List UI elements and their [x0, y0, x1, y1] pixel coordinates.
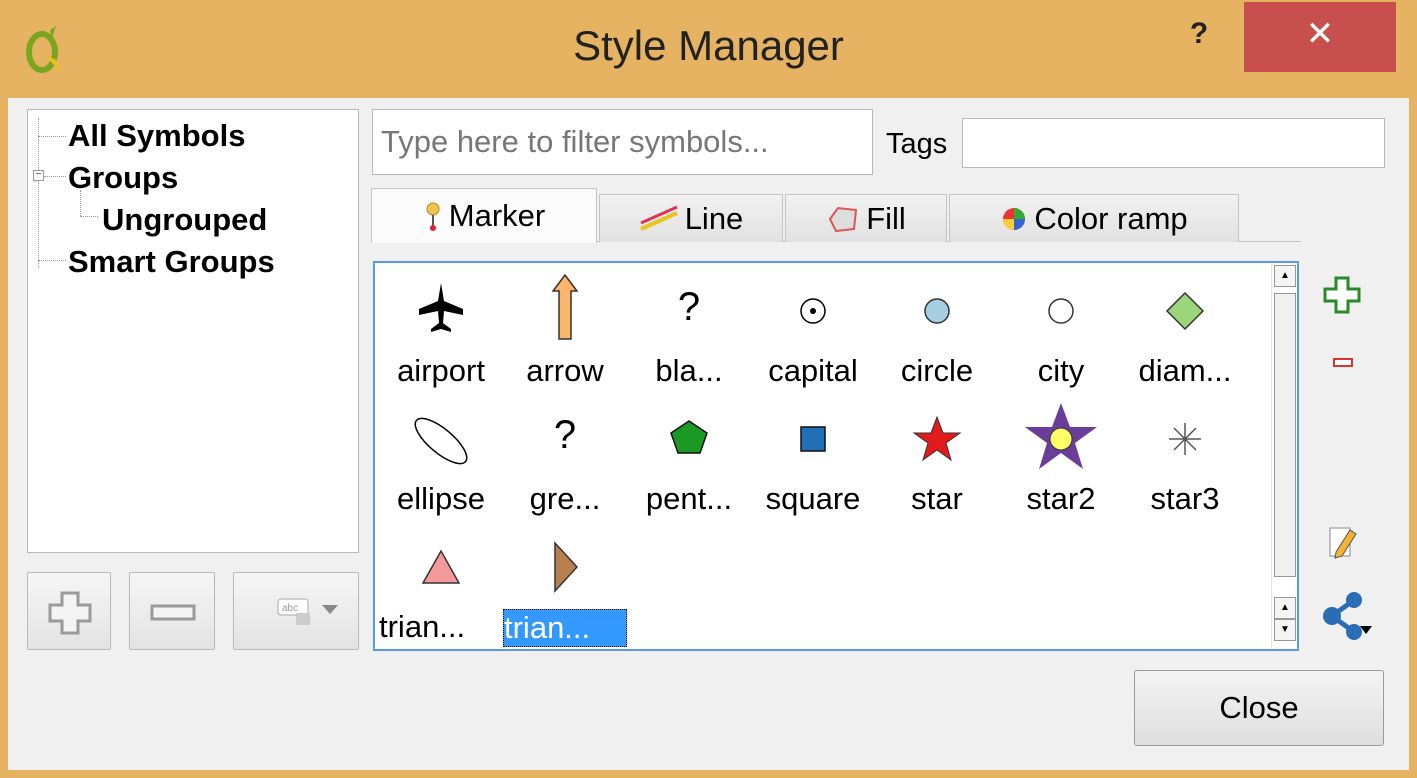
svg-text:abc: abc	[282, 603, 298, 614]
collapse-toggle-icon[interactable]: −	[33, 170, 44, 181]
symbol-item[interactable]: ? gre...	[503, 391, 627, 519]
tab-marker[interactable]: Marker	[371, 188, 597, 243]
add-group-button[interactable]	[27, 572, 111, 650]
symbol-item[interactable]: trian...	[379, 519, 503, 647]
symbol-item[interactable]: circle	[875, 263, 999, 391]
symbol-item[interactable]: arrow	[503, 263, 627, 391]
dialog-body: − All Symbols Groups Ungrouped Smart Gro…	[8, 98, 1409, 770]
symbol-label: star	[911, 481, 963, 516]
color-ramp-icon	[1003, 207, 1026, 230]
tree-connector	[38, 136, 66, 137]
tree-connector	[80, 216, 98, 217]
symbol-label: ellipse	[397, 481, 485, 516]
symbol-label: gre...	[529, 481, 601, 516]
symbol-label: bla...	[655, 353, 723, 388]
symbol-item[interactable]: city	[999, 263, 1123, 391]
symbol-item[interactable]: diam...	[1123, 263, 1247, 391]
marker-icon	[426, 202, 440, 231]
airplane-icon	[419, 283, 463, 332]
symbol-label: pent...	[645, 481, 733, 516]
pentagon-icon	[670, 420, 708, 454]
tree-connector	[38, 118, 39, 268]
tab-fill[interactable]: Fill	[785, 194, 947, 242]
symbol-item[interactable]: capital	[751, 263, 875, 391]
remove-symbol-icon[interactable]	[1332, 356, 1356, 370]
symbol-label: arrow	[526, 353, 604, 388]
symbol-label: square	[765, 481, 861, 516]
style-manager-window: Style Manager ? ✕ − All Symbols Groups U…	[0, 0, 1417, 778]
symbol-item[interactable]: trian...	[503, 519, 627, 647]
tree-connector	[44, 176, 66, 177]
minus-icon	[150, 604, 196, 621]
group-tree[interactable]: − All Symbols Groups Ungrouped Smart Gro…	[27, 109, 359, 553]
edit-symbol-icon[interactable]	[1326, 522, 1360, 562]
asterisk-icon	[1169, 423, 1201, 455]
symbol-item[interactable]: pent...	[627, 391, 751, 519]
symbol-item[interactable]: ellipse	[379, 391, 503, 519]
symbol-filter-input[interactable]	[372, 109, 873, 175]
tree-connector	[38, 260, 66, 261]
tab-marker-label: Marker	[448, 198, 546, 233]
tags-input[interactable]	[962, 118, 1385, 168]
tree-item-all-symbols[interactable]: All Symbols	[68, 118, 245, 154]
window-close-button[interactable]: ✕	[1244, 2, 1396, 72]
add-symbol-icon[interactable]	[1321, 274, 1363, 314]
triangle-icon	[421, 549, 461, 584]
ellipse-icon	[414, 417, 468, 465]
star2-icon	[1025, 403, 1097, 469]
tags-label: Tags	[886, 128, 948, 160]
symbol-item[interactable]: star	[875, 391, 999, 519]
help-button[interactable]: ?	[1172, 6, 1226, 70]
symbol-item[interactable]: star2	[999, 391, 1123, 519]
symbol-type-tabs: Marker Line Fill Color ramp	[371, 188, 1301, 243]
square-icon	[800, 426, 826, 452]
hollow-circle-icon	[1048, 298, 1074, 324]
tab-line[interactable]: Line	[599, 194, 783, 242]
tree-item-ungrouped[interactable]: Ungrouped	[102, 202, 267, 238]
dotted-circle-icon	[800, 298, 826, 324]
symbol-label: diam...	[1138, 353, 1232, 388]
scroll-up-icon[interactable]: ▲	[1274, 597, 1296, 619]
edit-group-menu-button[interactable]: abc	[233, 572, 359, 650]
fill-icon	[829, 206, 858, 232]
arrow-up-icon	[551, 273, 579, 340]
symbol-item[interactable]: star3	[1123, 391, 1247, 519]
tab-color-ramp[interactable]: Color ramp	[949, 194, 1239, 242]
remove-group-button[interactable]	[129, 572, 215, 650]
share-icon[interactable]	[1318, 590, 1374, 642]
question-icon: ?	[677, 285, 701, 329]
symbol-label: trian...	[379, 609, 466, 644]
symbol-label: star3	[1150, 481, 1220, 516]
scroll-up-icon[interactable]: ▲	[1274, 265, 1296, 287]
symbol-label: airport	[397, 353, 485, 388]
tab-line-label: Line	[684, 200, 744, 236]
symbol-label: city	[1037, 353, 1085, 388]
plus-icon	[48, 591, 92, 635]
triangle-right-icon	[554, 541, 579, 593]
symbol-item[interactable]: airport	[379, 263, 503, 391]
tab-color-ramp-label: Color ramp	[1034, 200, 1188, 236]
scroll-thumb[interactable]	[1274, 293, 1296, 577]
tree-item-groups[interactable]: Groups	[68, 160, 178, 196]
tab-fill-label: Fill	[866, 200, 906, 236]
title-bar: Style Manager ? ✕	[0, 0, 1417, 98]
tree-item-smart-groups[interactable]: Smart Groups	[68, 244, 275, 280]
rename-tag-icon: abc	[277, 598, 338, 625]
symbol-item[interactable]: ? bla...	[627, 263, 751, 391]
diamond-icon	[1165, 291, 1205, 331]
close-button[interactable]: Close	[1134, 670, 1384, 746]
star-icon	[912, 415, 962, 462]
scroll-down-icon[interactable]: ▼	[1274, 619, 1296, 641]
symbol-label: star2	[1026, 481, 1096, 516]
symbol-label: capital	[768, 353, 858, 388]
vertical-scrollbar[interactable]: ▲ ▲ ▼	[1271, 263, 1297, 649]
symbol-label: circle	[900, 353, 974, 388]
line-icon	[639, 205, 678, 231]
question-icon: ?	[553, 413, 577, 457]
symbol-list[interactable]: airport arrow ? bla... capital circle ci…	[373, 261, 1299, 651]
circle-icon	[924, 298, 950, 324]
symbol-item[interactable]: square	[751, 391, 875, 519]
dropdown-arrow-icon	[322, 605, 338, 614]
symbol-label-selected: trian...	[503, 609, 627, 647]
